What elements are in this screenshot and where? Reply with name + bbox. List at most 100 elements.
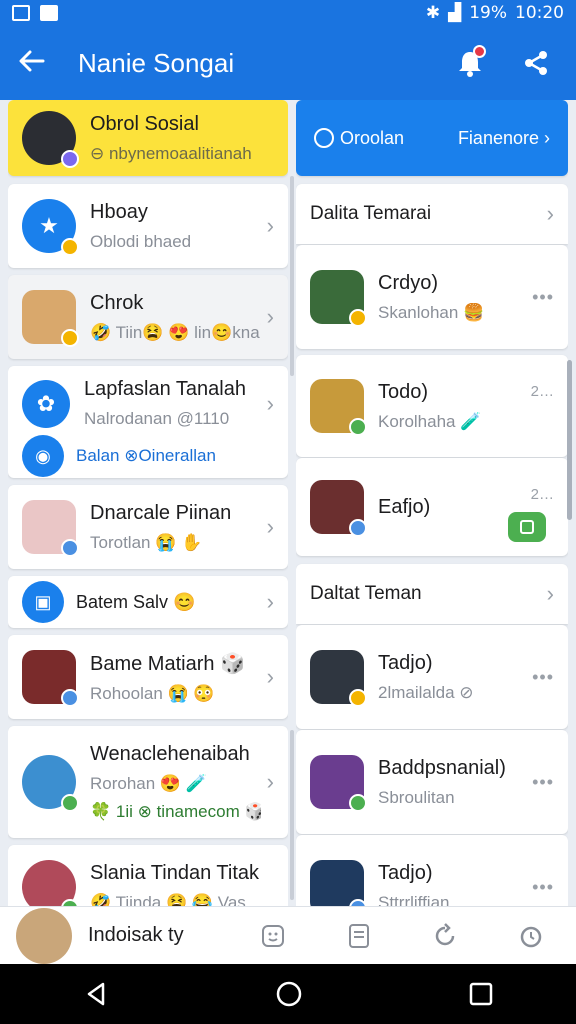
item-sub: 2lmailalda ⊘ — [378, 682, 474, 702]
status-badge — [61, 329, 79, 347]
profile-tab[interactable]: Indoisak ty — [0, 907, 230, 964]
avatar — [310, 860, 367, 906]
share-icon — [525, 51, 547, 75]
status-badge — [349, 519, 367, 537]
timestamp: 2… — [530, 486, 554, 503]
avatar — [310, 270, 367, 327]
list-item[interactable]: Dnarcale Piinan Torotlan 😭 ✋ › — [8, 485, 288, 569]
item-name: Bame Matiarh 🎲 — [90, 652, 245, 675]
notifications-button[interactable] — [444, 37, 496, 89]
avatar — [22, 650, 79, 707]
more-icon[interactable]: ••• — [532, 287, 554, 308]
image-indicator-icon — [40, 5, 58, 21]
more-icon[interactable]: ••• — [532, 877, 554, 898]
item-link[interactable]: Balan ⊗Oinerallan — [76, 446, 216, 466]
list-item[interactable]: Crdyo) Skanlohan 🍔 ••• — [296, 245, 568, 349]
bluetooth-icon: ✱ — [425, 3, 441, 23]
avatar — [22, 290, 79, 347]
item-name: Tadjo) — [378, 861, 433, 884]
bag-icon: ▣ — [22, 581, 64, 623]
status-badge — [61, 794, 79, 812]
avatar — [22, 500, 79, 557]
status-bar: ✱ ▟ 19% 10:20 — [0, 0, 576, 26]
item-name: Chrok — [90, 291, 144, 314]
item-sub: Sbroulitan — [378, 787, 455, 807]
header-card-oroolan[interactable]: Oroolan Fianenore › — [296, 100, 568, 176]
item-name: Hboay — [90, 200, 148, 223]
page-title: Nanie Songai — [78, 47, 235, 78]
item-sub: Oblodi bhaed — [90, 231, 192, 251]
list-item[interactable]: Eafjo) 2… — [296, 458, 568, 556]
home-circle-icon[interactable] — [275, 980, 303, 1008]
face-icon — [262, 924, 284, 947]
status-badge — [349, 689, 367, 707]
music-icon — [314, 128, 334, 148]
video-icon — [520, 520, 534, 534]
status-badge — [61, 689, 79, 707]
list-item[interactable]: Bame Matiarh 🎲 Rohoolan 😭 😳 › — [8, 635, 288, 719]
timestamp: 2… — [530, 383, 554, 400]
avatar — [22, 755, 79, 812]
avatar — [310, 379, 367, 436]
settings-icon: ✿ — [22, 379, 70, 428]
scrollbar[interactable] — [567, 360, 572, 520]
note-icon — [349, 923, 369, 948]
tab-refresh[interactable] — [402, 922, 488, 949]
list-item[interactable]: Baddpsnanial) Sbroulitan ••• — [296, 730, 568, 834]
column-divider — [290, 176, 294, 376]
item-name: Slania Tindan Titak — [90, 861, 259, 884]
item-sub: 🍀 1ii ⊗ tinamecom 🎲 — [90, 801, 261, 821]
list-item[interactable]: Wenaclehenaibah Rorohan 😍 🧪 🍀 1ii ⊗ tiname… — [8, 726, 288, 838]
more-icon[interactable]: ••• — [532, 772, 554, 793]
avatar — [22, 860, 79, 906]
item-sub: Skanlohan 🍔 — [378, 302, 485, 322]
item-name: Todo) — [378, 380, 429, 403]
clock-text: 10:20 — [515, 3, 564, 23]
item-sub: Rohoolan 😭 😳 — [90, 683, 215, 703]
back-button[interactable] — [0, 46, 64, 80]
list-item[interactable]: Chrok 🤣 Tiin😫 😍 lin😊kna😈 › — [8, 275, 288, 359]
list-item[interactable]: ▣ Batem Salv 😊 › — [8, 576, 288, 628]
list-item[interactable]: Tadjo) Sttrrliffian ••• — [296, 835, 568, 906]
item-sub: Torotlan 😭 ✋ — [90, 532, 203, 552]
system-nav-bar — [0, 964, 576, 1024]
list-item[interactable]: Slania Tindan Titak 🤣 Tiinda 😫 😂 Vas — [8, 845, 288, 906]
header-name: Obrol Sosial — [90, 112, 199, 135]
item-name: Eafjo) — [378, 495, 431, 518]
item-name: Batem Salv 😊 — [76, 591, 196, 612]
item-name: Dnarcale Piinan — [90, 501, 232, 524]
battery-text: 19% — [469, 3, 507, 23]
list-item[interactable]: ✿ Lapfaslan Tanalah Nalrodanan @1110 › ◉ … — [8, 366, 288, 478]
header-card-obrol[interactable]: Obrol Sosial ⊖ nbynemoaalitianah — [8, 100, 288, 176]
section-header[interactable]: Daltat Teman › — [296, 564, 568, 624]
left-column: Obrol Sosial ⊖ nbynemoaalitianah ★ Hboay… — [8, 100, 288, 906]
recents-square-icon[interactable] — [469, 982, 493, 1006]
item-name: Wenaclehenaibah — [90, 742, 250, 765]
header-right-link[interactable]: Fianenore › — [458, 128, 550, 149]
tab-face[interactable] — [230, 923, 316, 949]
tab-clock[interactable] — [488, 923, 574, 949]
chevron-right-icon: › — [266, 664, 274, 689]
bottom-bar: Indoisak ty — [0, 906, 576, 964]
tab-note[interactable] — [316, 923, 402, 949]
avatar — [310, 755, 367, 812]
item-name: Tadjo) — [378, 651, 433, 674]
profile-label: Indoisak ty — [88, 924, 184, 946]
list-item[interactable]: Todo) Korolhaha 🧪 2… — [296, 355, 568, 457]
app-bar: Nanie Songai — [0, 26, 576, 100]
list-item[interactable]: ★ Hboay Oblodi bhaed › — [8, 184, 288, 268]
video-call-button[interactable] — [508, 512, 546, 542]
status-badge — [61, 238, 79, 256]
list-item[interactable]: Tadjo) 2lmailalda ⊘ ••• — [296, 625, 568, 729]
section-header[interactable]: Dalita Temarai › — [296, 184, 568, 244]
more-icon[interactable]: ••• — [532, 667, 554, 688]
item-name: Crdyo) — [378, 271, 439, 294]
status-badge — [349, 794, 367, 812]
item-sub: Korolhaha 🧪 — [378, 411, 482, 431]
chevron-right-icon: › — [546, 581, 554, 606]
share-button[interactable] — [510, 37, 562, 89]
notification-badge — [473, 45, 486, 58]
back-triangle-icon[interactable] — [83, 981, 109, 1007]
section-title: Dalita Temarai — [310, 203, 432, 224]
app-indicator-icon — [12, 5, 30, 21]
